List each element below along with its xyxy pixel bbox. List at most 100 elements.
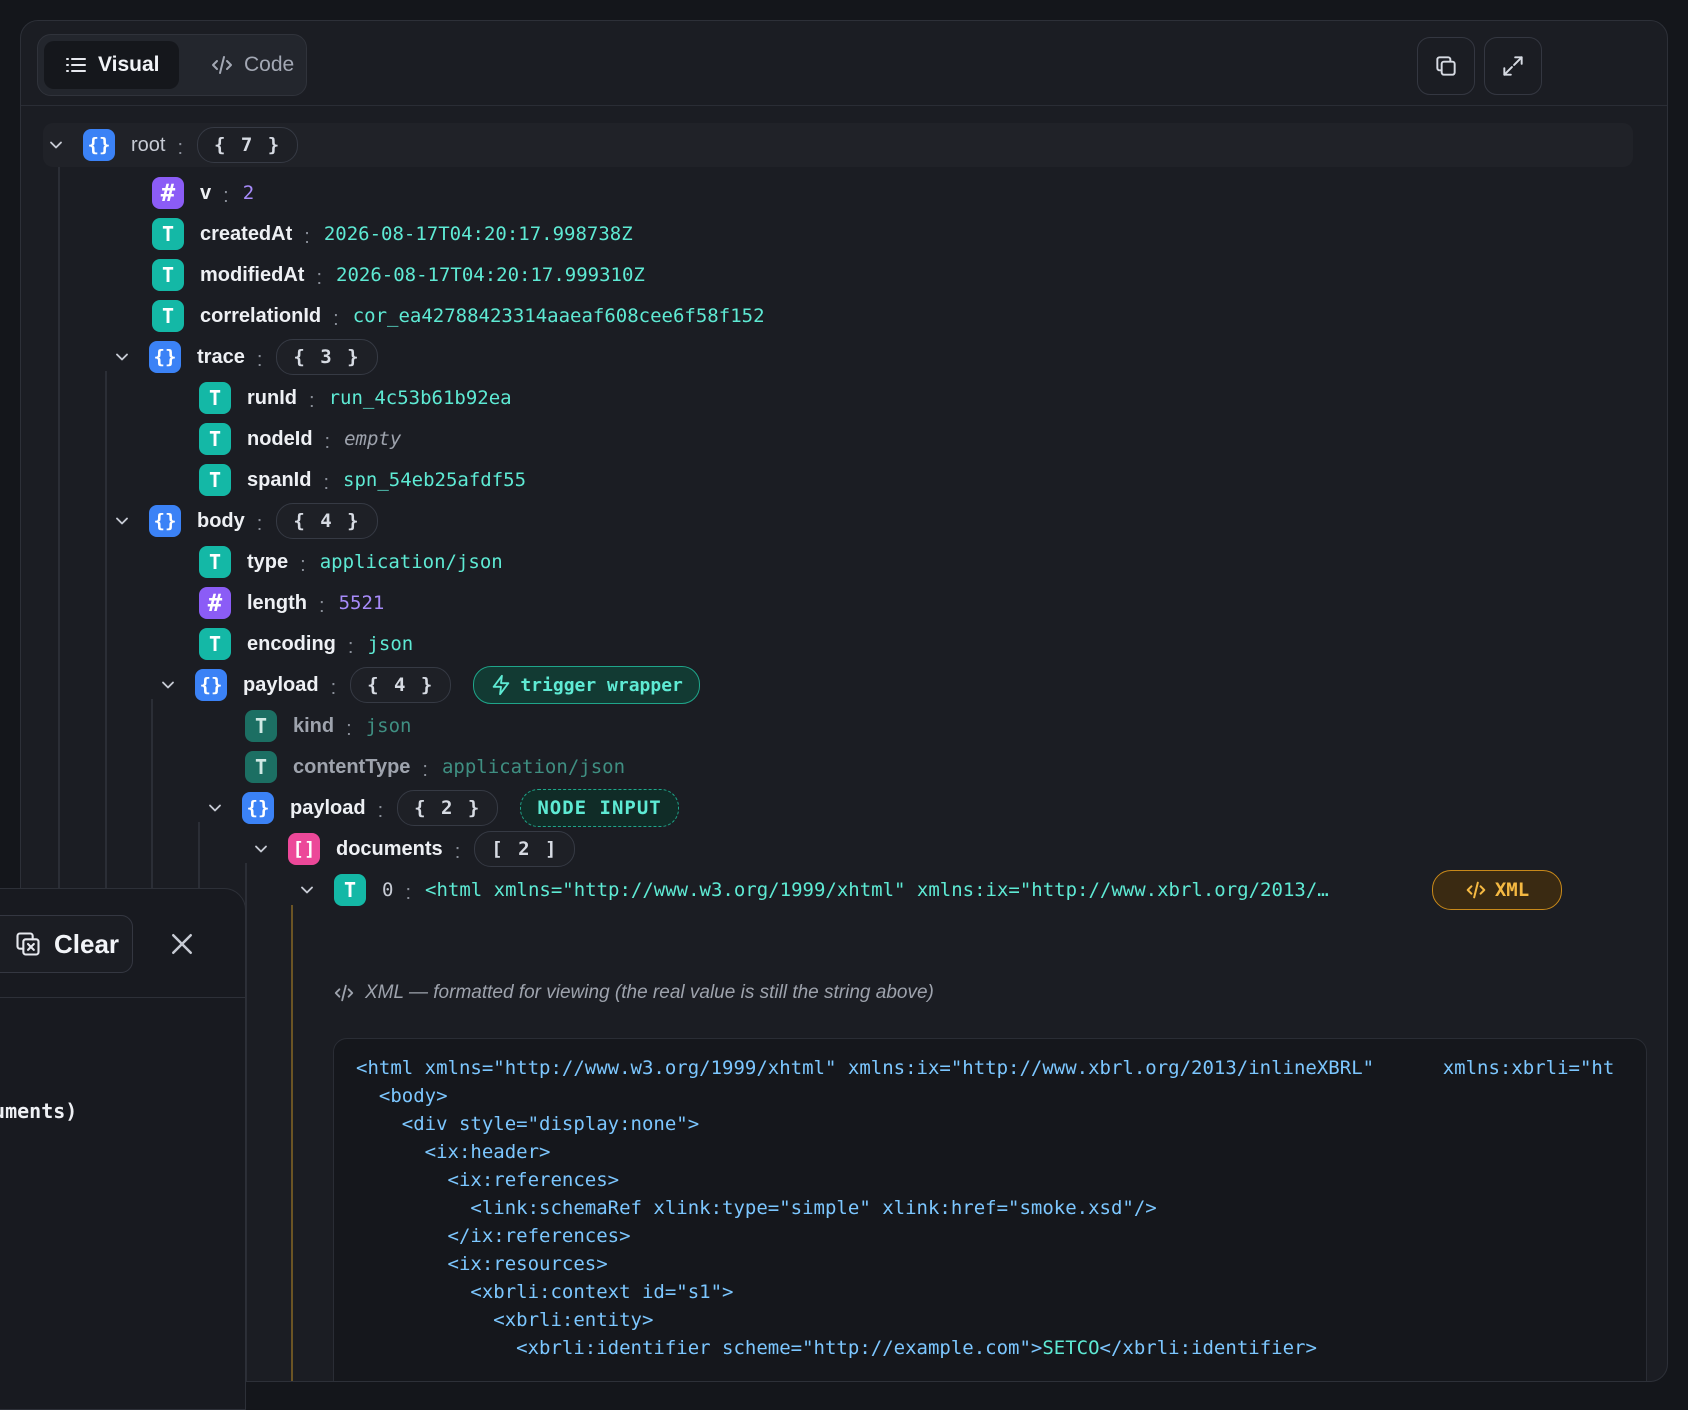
number-type-icon: #: [199, 587, 231, 619]
chevron-down-icon[interactable]: [43, 132, 69, 158]
chevron-down-icon[interactable]: [248, 836, 274, 862]
chevron-down-icon[interactable]: [155, 672, 181, 698]
string-type-icon: T: [334, 874, 366, 906]
node-key: root: [131, 133, 166, 156]
colon: :: [347, 635, 354, 658]
string-type-icon: T: [245, 710, 277, 742]
tab-code[interactable]: Code: [190, 41, 314, 89]
xml-line: <xbrli:identifier scheme="http://example…: [356, 1337, 1317, 1359]
string-type-icon: T: [152, 218, 184, 250]
string-type-icon: T: [199, 464, 231, 496]
tree-node-kind[interactable]: T kind : json: [245, 709, 411, 743]
tab-visual[interactable]: Visual: [44, 41, 180, 89]
node-input-badge: NODE INPUT: [520, 789, 679, 827]
tree-node-documents[interactable]: [] documents : [ 2 ]: [248, 831, 576, 867]
xml-tag-open: <xbrli:identifier scheme="http://example…: [356, 1337, 1043, 1359]
colon: :: [323, 471, 330, 494]
xml-line: <body>: [356, 1085, 448, 1107]
expand-icon: [1503, 56, 1523, 76]
tree-node-createdAt[interactable]: T createdAt : 2026-08-17T04:20:17.998738…: [152, 217, 633, 251]
string-type-icon: T: [199, 546, 231, 578]
side-panel-header: Clear: [0, 889, 245, 998]
tree-node-root[interactable]: {} root : { 7 }: [43, 127, 299, 163]
colon: :: [223, 184, 229, 207]
colon: :: [177, 136, 184, 159]
view-tabs: Visual Code: [37, 34, 307, 96]
side-panel-text: cuments): [0, 1099, 78, 1123]
node-value: run_4c53b61b92ea: [328, 387, 512, 409]
object-type-icon: {}: [242, 792, 274, 824]
code-icon: [334, 984, 354, 1002]
node-value-empty: empty: [344, 428, 402, 450]
node-key: kind: [293, 714, 335, 737]
xml-formatted-view[interactable]: <html xmlns="http://www.w3.org/1999/xhtm…: [333, 1038, 1647, 1381]
xml-line: <html xmlns="http://www.w3.org/1999/xhtm…: [356, 1057, 1615, 1079]
node-key: trace: [197, 345, 245, 368]
tree-guide: [291, 905, 293, 1381]
copy-button[interactable]: [1417, 37, 1475, 95]
colon: :: [330, 676, 337, 699]
colon: :: [300, 553, 306, 576]
tab-code-label: Code: [244, 53, 295, 76]
colon: :: [454, 840, 461, 863]
tree-node-correlationId[interactable]: T correlationId : cor_ea42788423314aaeaf…: [152, 299, 765, 333]
clear-icon: [16, 932, 40, 956]
tree-node-runId[interactable]: T runId : run_4c53b61b92ea: [199, 381, 512, 415]
chevron-down-icon[interactable]: [109, 344, 135, 370]
xml-line: <div style="display:none">: [356, 1113, 700, 1135]
tree-node-spanId[interactable]: T spanId : spn_54eb25afdf55: [199, 463, 526, 497]
string-type-icon: T: [152, 259, 184, 291]
tree-node-contentType[interactable]: T contentType : application/json: [245, 750, 625, 784]
node-count: [ 2 ]: [474, 831, 576, 867]
trigger-wrapper-label: trigger wrapper: [520, 674, 683, 696]
string-type-icon: T: [199, 382, 231, 414]
node-value: application/json: [319, 551, 503, 573]
node-key: correlationId: [200, 304, 322, 327]
node-key: length: [247, 591, 307, 614]
tree-node-nodeId[interactable]: T nodeId : empty: [199, 422, 401, 456]
colon: :: [256, 348, 263, 371]
tree-node-encoding[interactable]: T encoding : json: [199, 627, 413, 661]
tree-node-payload[interactable]: {} payload : { 4 } trigger wrapper: [155, 666, 700, 704]
node-key: documents: [336, 837, 443, 860]
chevron-down-icon[interactable]: [109, 508, 135, 534]
array-type-icon: []: [288, 833, 320, 865]
tree-node-trace[interactable]: {} trace : { 3 }: [109, 339, 378, 375]
close-icon[interactable]: [167, 929, 197, 959]
clear-button[interactable]: Clear: [0, 915, 133, 973]
node-key: type: [247, 550, 289, 573]
node-key: payload: [243, 673, 319, 696]
clear-label: Clear: [54, 928, 120, 959]
node-key: createdAt: [200, 222, 293, 245]
xml-format-note: XML — formatted for viewing (the real va…: [333, 982, 934, 1004]
json-tree: {} root : { 7 } # v : 2 T createdAt : 20…: [21, 105, 1667, 1381]
tree-node-payload-inner[interactable]: {} payload : { 2 } NODE INPUT: [202, 789, 679, 827]
xml-line: <link:schemaRef xlink:type="simple" xlin…: [356, 1197, 1157, 1219]
chevron-down-icon[interactable]: [202, 795, 228, 821]
node-key: payload: [290, 796, 366, 819]
node-count: { 4 }: [350, 667, 452, 703]
code-icon: [212, 56, 232, 74]
node-count: { 7 }: [197, 127, 299, 163]
string-type-icon: T: [199, 628, 231, 660]
node-key: modifiedAt: [200, 263, 305, 286]
tree-node-modifiedAt[interactable]: T modifiedAt : 2026-08-17T04:20:17.99931…: [152, 258, 645, 292]
chevron-down-icon[interactable]: [294, 877, 320, 903]
list-icon: [66, 58, 86, 72]
node-key: 0: [382, 879, 394, 901]
xml-line: <xbrli:entity>: [356, 1309, 654, 1331]
tree-node-length[interactable]: # length : 5521: [199, 586, 384, 620]
colon: :: [316, 266, 322, 289]
tree-node-document-0[interactable]: T 0 : <html xmlns="http://www.w3.org/199…: [294, 873, 1329, 907]
expand-button[interactable]: [1484, 37, 1542, 95]
string-type-icon: T: [152, 300, 184, 332]
tree-node-type[interactable]: T type : application/json: [199, 545, 503, 579]
node-key: encoding: [247, 632, 336, 655]
xml-format-badge[interactable]: XML: [1432, 870, 1562, 910]
tree-node-body[interactable]: {} body : { 4 }: [109, 503, 378, 539]
colon: :: [422, 758, 428, 781]
tree-node-v[interactable]: # v : 2: [152, 176, 254, 210]
colon: :: [304, 225, 310, 248]
colon: :: [256, 512, 263, 535]
colon: :: [405, 881, 412, 904]
